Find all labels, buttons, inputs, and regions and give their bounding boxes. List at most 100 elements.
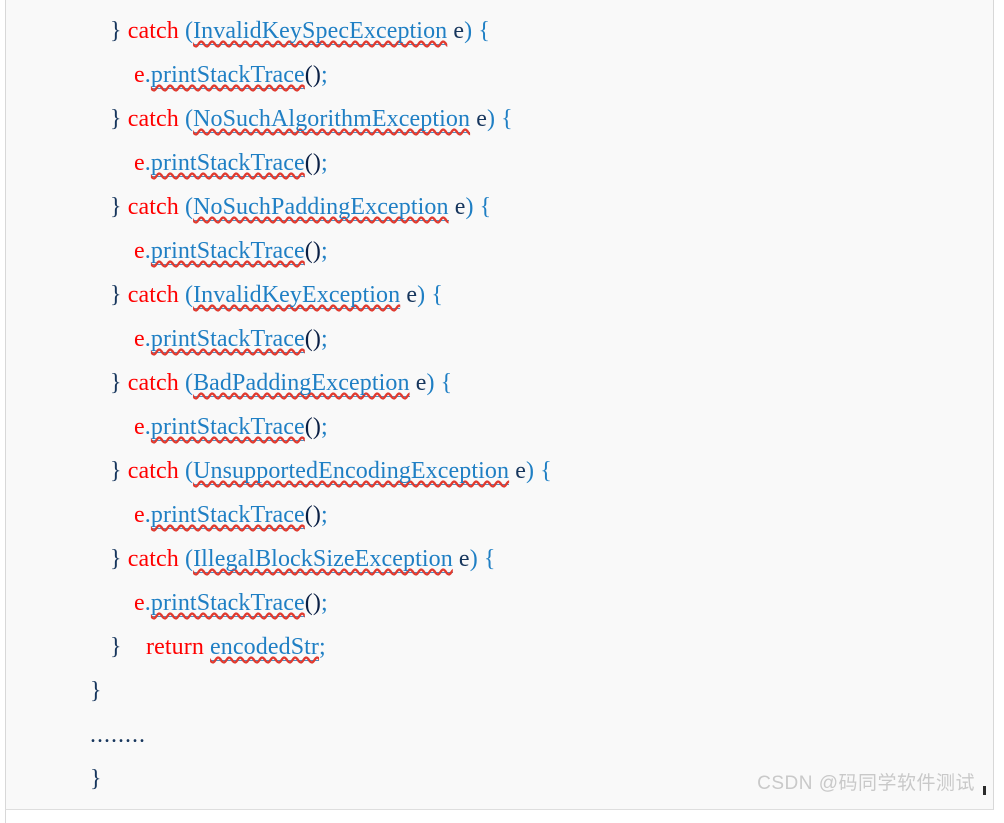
code-token-err: e <box>134 150 145 176</box>
code-token-type[interactable]: IllegalBlockSizeException <box>193 546 453 573</box>
code-token-paren: () <box>304 502 321 528</box>
code-token-var: e <box>458 546 470 572</box>
code-token-punct: ) <box>426 370 435 396</box>
code-token-punct: { <box>440 370 453 396</box>
code-line: ........ <box>6 713 993 757</box>
code-token-method[interactable]: printStackTrace <box>150 414 305 441</box>
code-token-punct: ) <box>526 458 535 484</box>
code-token-punct: . <box>144 62 151 88</box>
code-token-var: e <box>515 458 527 484</box>
code-token-punct: ( <box>184 194 194 220</box>
code-token-punct: ) <box>465 194 474 220</box>
code-token-punct: . <box>144 414 151 440</box>
code-line: e.printStackTrace(); <box>6 581 993 625</box>
code-line: } catch (UnsupportedEncodingException e)… <box>6 449 993 493</box>
right-edge-tick <box>983 786 986 795</box>
code-token-method[interactable]: printStackTrace <box>150 238 305 265</box>
code-token-keyword: catch <box>127 18 179 44</box>
code-line: } catch (InvalidKeySpecException e) { <box>6 9 993 53</box>
code-token-err: e <box>134 502 145 528</box>
code-token-punct: { <box>483 546 496 572</box>
code-token-var: e <box>454 194 466 220</box>
code-token-err: e <box>134 414 145 440</box>
code-token-type[interactable]: UnsupportedEncodingException <box>193 458 510 485</box>
code-token-punct: . <box>144 238 151 264</box>
code-token-punct: . <box>144 590 151 616</box>
code-token-paren: () <box>304 238 321 264</box>
code-token-method[interactable]: printStackTrace <box>150 502 305 529</box>
code-token-type[interactable]: InvalidKeySpecException <box>193 18 448 45</box>
code-token-type[interactable]: InvalidKeyException <box>193 282 401 309</box>
code-token-paren: () <box>304 62 321 88</box>
code-token-brace: } <box>110 282 122 308</box>
code-token-brace: } <box>110 546 122 572</box>
code-token-keyword: catch <box>127 194 179 220</box>
code-token-punct: . <box>144 326 151 352</box>
code-line: e.printStackTrace(); <box>6 317 993 361</box>
code-line: } catch (BadPaddingException e) { <box>6 361 993 405</box>
code-token-brace: } <box>90 678 102 704</box>
code-token-punct: ( <box>184 370 194 396</box>
code-token-brace: } <box>110 634 122 660</box>
code-line: e.printStackTrace(); <box>6 229 993 273</box>
code-token-punct: ; <box>320 590 328 616</box>
code-token-punct: { <box>479 194 492 220</box>
code-token-err: e <box>134 326 145 352</box>
code-token-method[interactable]: printStackTrace <box>150 326 305 353</box>
code-line: } <box>6 669 993 713</box>
code-token-punct: ; <box>320 414 328 440</box>
code-token-punct: ; <box>320 62 328 88</box>
code-token-punct: { <box>478 18 490 44</box>
code-token-method[interactable]: printStackTrace <box>150 150 305 177</box>
code-token-type[interactable]: encodedStr <box>210 634 320 661</box>
code-token-punct: ; <box>320 502 328 528</box>
code-token-punct: . <box>144 150 151 176</box>
left-rule-tail <box>5 810 6 823</box>
code-token-paren: () <box>304 326 321 352</box>
code-token-var: e <box>406 282 418 308</box>
code-token-keyword: catch <box>127 546 179 572</box>
code-token-punct: . <box>144 502 151 528</box>
code-token-punct: { <box>431 282 443 308</box>
code-line: } return encodedStr; <box>6 625 993 669</box>
code-token-err: e <box>134 238 145 264</box>
code-line: } catch (NoSuchPaddingException e) { <box>6 185 993 229</box>
code-line: } catch (NoSuchAlgorithmException e) { <box>6 97 993 141</box>
code-token-brace: } <box>110 458 122 484</box>
code-token-punct: ) <box>486 106 496 132</box>
code-token-keyword: catch <box>127 282 179 308</box>
code-token-var: e <box>476 106 487 132</box>
code-token-keyword: catch <box>127 106 179 132</box>
code-listing: } catch (InvalidKeySpecException e) {e.p… <box>6 0 993 801</box>
code-token-brace: } <box>90 766 102 792</box>
code-token-keyword: return <box>146 634 204 660</box>
code-token-punct: ( <box>184 546 194 572</box>
code-token-type[interactable]: NoSuchPaddingException <box>193 194 449 221</box>
code-token-keyword: catch <box>127 370 179 396</box>
code-token-type[interactable]: NoSuchAlgorithmException <box>193 106 471 133</box>
code-token-paren: () <box>304 590 321 616</box>
code-token-brace: } <box>110 194 122 220</box>
code-token-err: e <box>134 590 145 616</box>
code-token-keyword: catch <box>127 458 179 484</box>
code-token-method[interactable]: printStackTrace <box>150 590 305 617</box>
code-token-err: e <box>134 62 145 88</box>
code-token-ellipsis: ........ <box>90 722 146 748</box>
csdn-watermark: CSDN @码同学软件测试 <box>757 773 975 794</box>
code-panel: } catch (InvalidKeySpecException e) {e.p… <box>5 0 994 810</box>
code-token-punct: ) <box>417 282 426 308</box>
code-token-punct: ; <box>320 326 328 352</box>
code-token-method[interactable]: printStackTrace <box>150 62 305 89</box>
code-token-punct: { <box>540 458 552 484</box>
code-token-type[interactable]: BadPaddingException <box>193 370 410 397</box>
code-token-punct: ( <box>184 106 194 132</box>
code-line: } catch (IllegalBlockSizeException e) { <box>6 537 993 581</box>
code-line: e.printStackTrace(); <box>6 493 993 537</box>
code-token-var: e <box>415 370 427 396</box>
code-line: e.printStackTrace(); <box>6 405 993 449</box>
code-token-punct: ; <box>319 634 326 660</box>
code-token-paren: () <box>304 150 321 176</box>
code-token-var: e <box>453 18 465 44</box>
code-line: e.printStackTrace(); <box>6 53 993 97</box>
code-token-punct: ; <box>320 238 328 264</box>
